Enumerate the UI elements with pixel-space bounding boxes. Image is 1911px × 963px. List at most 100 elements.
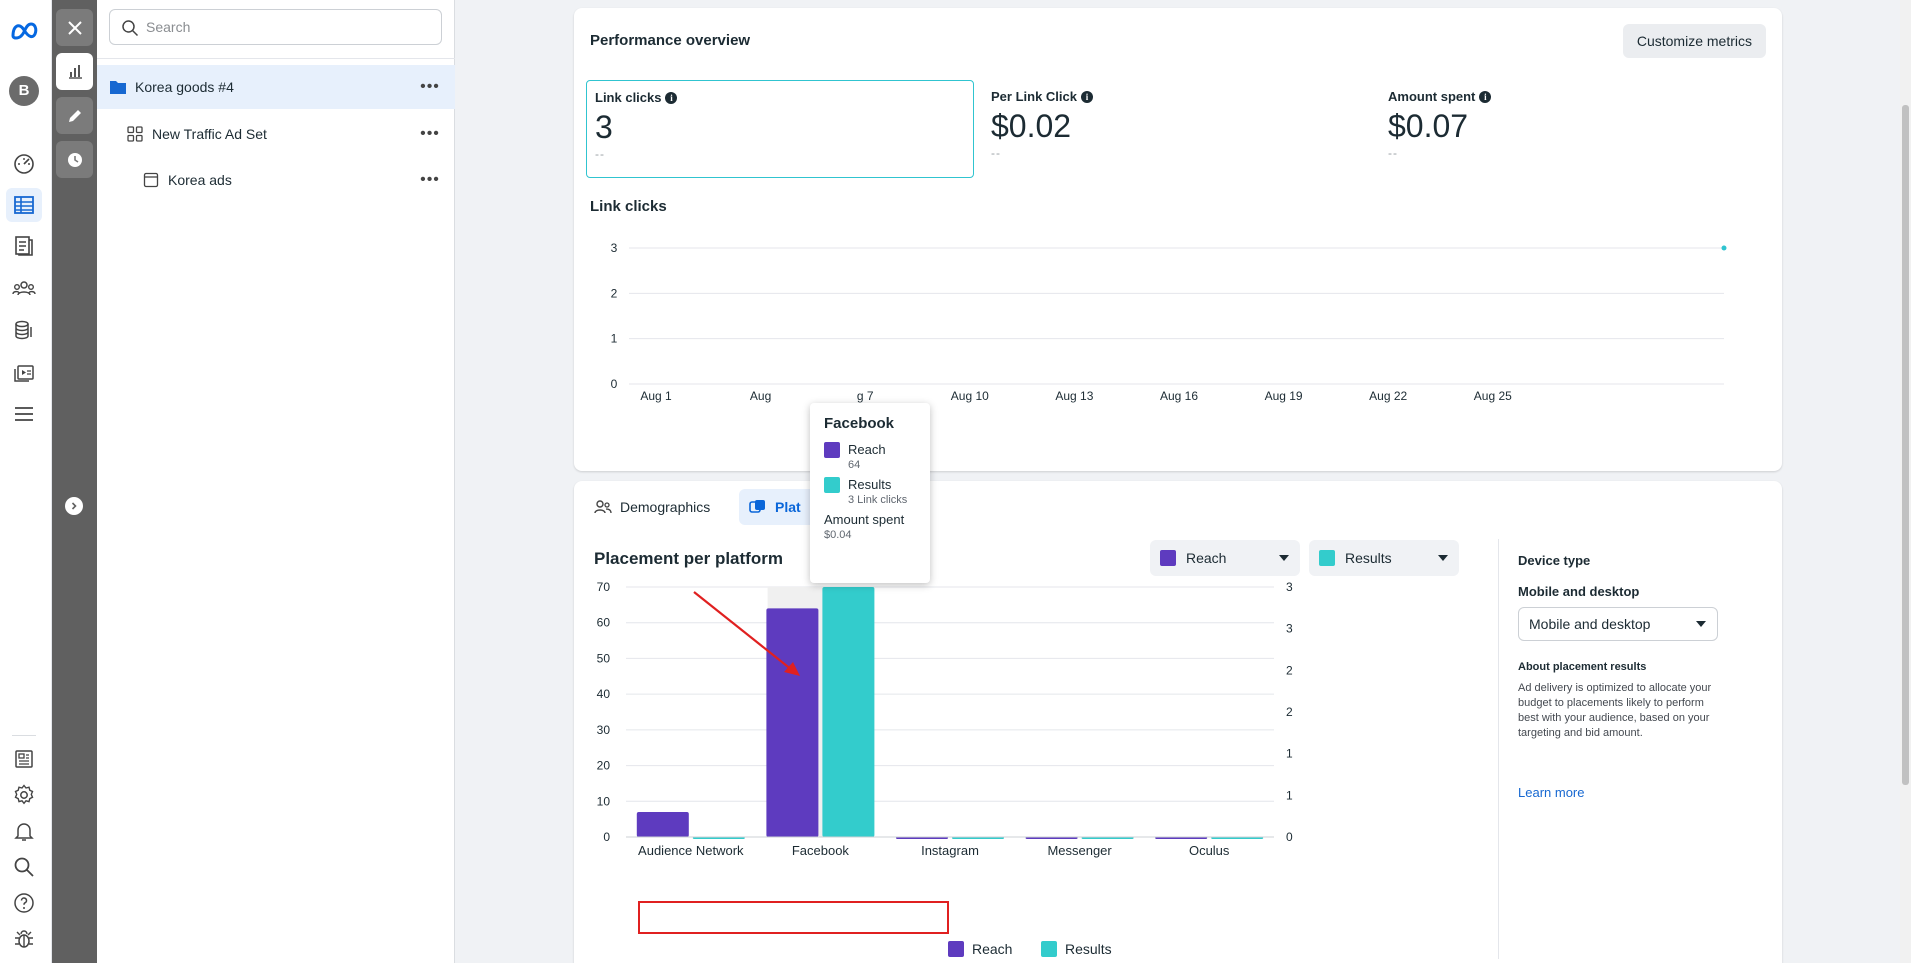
- metric-value: $0.02: [991, 108, 1072, 144]
- metric-link-clicks[interactable]: Link clicks i 3 --: [586, 80, 974, 178]
- y-tick-label: 1: [611, 332, 618, 346]
- menu-icon[interactable]: [6, 397, 42, 431]
- avatar[interactable]: B: [9, 76, 39, 106]
- tree-item-label: Korea goods #4: [135, 79, 234, 95]
- performance-title: Performance overview: [590, 32, 751, 49]
- y-left-tick-label: 0: [603, 830, 610, 844]
- device-type-select[interactable]: Mobile and desktop: [1518, 607, 1718, 641]
- legend-results[interactable]: Results: [1041, 941, 1112, 957]
- search-icon[interactable]: [6, 850, 42, 884]
- reach-swatch: [824, 442, 840, 458]
- side-divider: [1498, 539, 1499, 959]
- tooltip-title: Facebook: [824, 415, 895, 432]
- customize-metrics-button[interactable]: Customize metrics: [1622, 24, 1766, 58]
- bar-reach: [636, 812, 689, 837]
- dropdown-label: Reach: [1186, 550, 1227, 566]
- about-placement-text: Ad delivery is optimized to allocate you…: [1518, 682, 1712, 739]
- chevron-down-icon: [1696, 621, 1706, 627]
- tooltip-value: $0.04: [824, 529, 852, 541]
- edit-icon[interactable]: [56, 97, 93, 134]
- line-chart-title: Link clicks: [590, 198, 667, 215]
- annotation-arrow: [693, 591, 800, 676]
- y-left-tick-label: 70: [597, 581, 611, 594]
- metric-amount-spent[interactable]: Amount spent i $0.07 --: [1380, 80, 1768, 178]
- notifications-icon[interactable]: [6, 814, 42, 848]
- catalog-icon[interactable]: [6, 229, 42, 263]
- dashboard-icon[interactable]: [6, 146, 42, 180]
- more-options-icon[interactable]: •••: [419, 77, 441, 97]
- y-right-tick-label: 0: [1286, 830, 1293, 844]
- expand-chevron-icon[interactable]: [65, 497, 83, 515]
- metric-per-link-click[interactable]: Per Link Click i $0.02 --: [983, 80, 1371, 178]
- tree-item-adset[interactable]: New Traffic Ad Set •••: [97, 112, 455, 156]
- y-left-tick-label: 60: [597, 616, 611, 630]
- y-left-tick-label: 50: [597, 651, 611, 665]
- tree-separator: [97, 58, 455, 59]
- about-placement-title: About placement results: [1518, 661, 1647, 673]
- close-icon[interactable]: [56, 9, 93, 46]
- info-icon[interactable]: i: [1479, 90, 1492, 103]
- tree-item-label: Korea ads: [168, 172, 232, 188]
- help-icon[interactable]: [6, 886, 42, 920]
- history-icon[interactable]: [56, 141, 93, 178]
- results-metric-dropdown[interactable]: Results: [1309, 540, 1459, 576]
- x-tick-label: Aug 25: [1474, 389, 1512, 403]
- x-tick-label: Aug: [750, 389, 771, 403]
- results-swatch: [824, 477, 840, 493]
- y-right-tick-label: 2: [1286, 663, 1293, 677]
- search-box: [109, 9, 442, 45]
- more-options-icon[interactable]: •••: [419, 124, 441, 144]
- info-icon[interactable]: i: [1080, 90, 1093, 103]
- metric-value: 3: [595, 109, 613, 145]
- tooltip-value: 3 Link clicks: [848, 494, 908, 506]
- bug-report-icon[interactable]: [6, 922, 42, 956]
- scrollbar[interactable]: [1900, 0, 1911, 963]
- annotation-highlight-box: [638, 901, 949, 934]
- more-options-icon[interactable]: •••: [419, 170, 441, 190]
- tooltip-value: 64: [848, 459, 861, 471]
- y-left-tick-label: 10: [597, 794, 611, 808]
- news-icon[interactable]: [6, 742, 42, 776]
- global-nav-rail: B: [0, 0, 52, 963]
- tree-item-label: New Traffic Ad Set: [152, 126, 267, 142]
- learn-more-link[interactable]: Learn more: [1518, 785, 1584, 800]
- settings-icon[interactable]: [6, 778, 42, 812]
- breakdown-card: Demographics Plat Placement per platform…: [574, 481, 1782, 963]
- legend-reach[interactable]: Reach: [948, 941, 1012, 957]
- tooltip-label: Amount spent: [824, 512, 905, 527]
- meta-logo-icon[interactable]: [9, 16, 41, 46]
- adset-grid-icon: [126, 125, 144, 143]
- campaigns-table-icon[interactable]: [6, 188, 42, 222]
- chart-icon[interactable]: [56, 53, 93, 90]
- main-content: Performance overview Customize metrics L…: [455, 0, 1911, 963]
- legend-swatch: [948, 941, 964, 957]
- data-point: [1721, 245, 1727, 251]
- x-category-label: Messenger: [1047, 843, 1112, 858]
- tab-demographics[interactable]: Demographics: [584, 489, 720, 525]
- audiences-icon[interactable]: [6, 271, 42, 305]
- rail-divider: [12, 735, 36, 736]
- scrollbar-thumb[interactable]: [1902, 105, 1909, 785]
- x-tick-label: Aug 10: [951, 389, 989, 403]
- metric-delta: --: [595, 147, 605, 161]
- tree-item-campaign[interactable]: Korea goods #4 •••: [97, 65, 455, 109]
- x-tick-label: Aug 1: [640, 389, 672, 403]
- info-icon[interactable]: i: [665, 91, 678, 104]
- tool-strip: [52, 0, 97, 963]
- x-category-label: Audience Network: [638, 843, 744, 858]
- y-right-tick-label: 2: [1286, 705, 1293, 719]
- legend-label: Results: [1065, 941, 1112, 957]
- y-left-tick-label: 40: [597, 687, 611, 701]
- y-tick-label: 2: [611, 286, 618, 300]
- data-sources-icon[interactable]: [6, 313, 42, 347]
- metric-delta: --: [991, 146, 1001, 160]
- tree-item-ad[interactable]: Korea ads •••: [97, 158, 455, 202]
- metric-delta: --: [1388, 146, 1398, 160]
- x-tick-label: Aug 22: [1369, 389, 1407, 403]
- search-input[interactable]: [146, 16, 426, 38]
- media-library-icon[interactable]: [6, 355, 42, 389]
- reach-metric-dropdown[interactable]: Reach: [1150, 540, 1300, 576]
- x-tick-label: g 7: [857, 389, 874, 403]
- search-icon: [122, 20, 139, 37]
- y-right-tick-label: 3: [1286, 622, 1293, 636]
